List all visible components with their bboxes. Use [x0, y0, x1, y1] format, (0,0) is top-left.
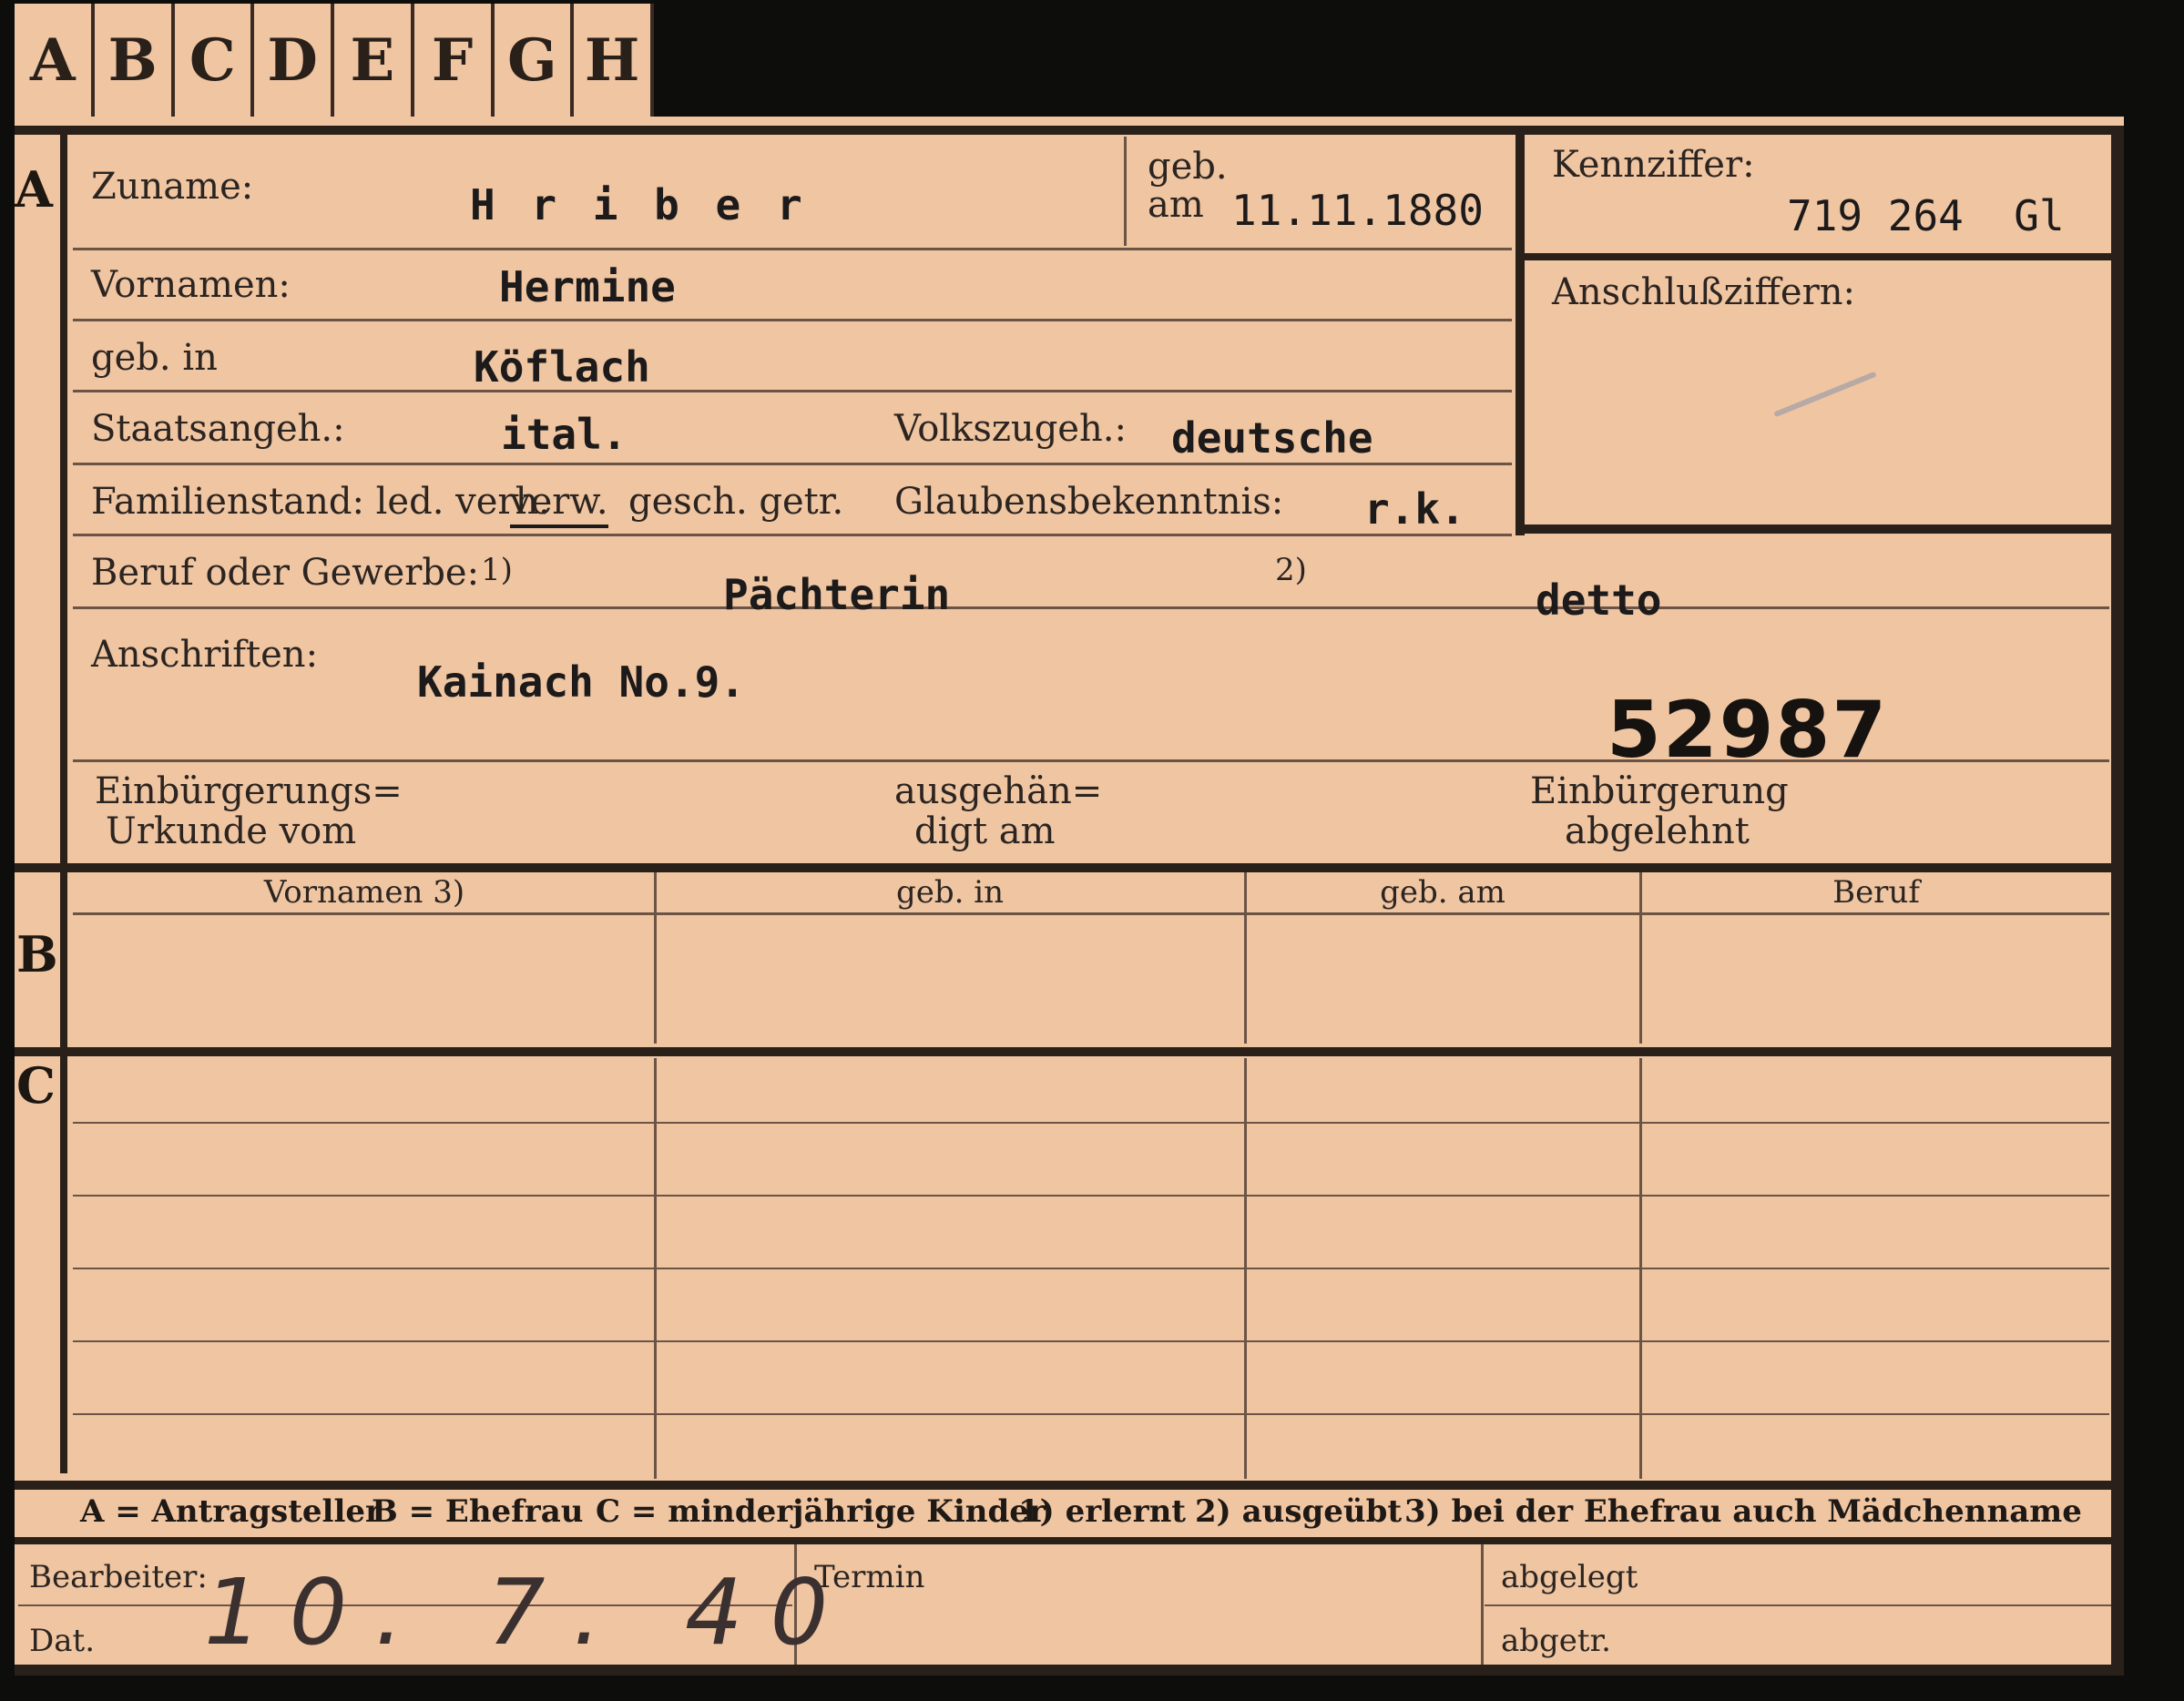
footer-col-rule [1481, 1544, 1484, 1665]
footnote-1: 1) [481, 552, 513, 588]
rule [73, 319, 1512, 321]
top-border [15, 126, 2124, 135]
col-header-geb-in: geb. in [895, 874, 1005, 911]
value-glaubensbekenntnis: r.k. [1364, 484, 1465, 534]
index-tabs: A B C D E F G H [15, 4, 654, 117]
value-anschrift: Kainach No.9. [417, 657, 746, 707]
kennziffer-box-left [1516, 135, 1525, 535]
tab-f: F [414, 4, 495, 117]
rule [73, 534, 1512, 536]
section-a-letter: A [15, 160, 53, 219]
label-vornamen: Vornamen: [91, 264, 291, 306]
tab-b: B [95, 4, 175, 117]
section-a-divider [60, 127, 67, 863]
label-geb-in: geb. in [91, 337, 218, 379]
value-vornamen: Hermine [499, 262, 676, 311]
label-abgetr: abgetr. [1501, 1623, 1611, 1659]
handwritten-date: 10. 7. 40 [204, 1559, 856, 1665]
section-b-top [15, 863, 2111, 872]
legend-footnote-3: 3) bei der Ehefrau auch Mädchenname [1404, 1493, 2082, 1530]
row-rule [73, 1195, 2109, 1197]
value-kennziffer: 719 264 Gl [1787, 191, 2065, 240]
label-familienstand-verw: verw. [510, 481, 608, 528]
tab-a: A [15, 4, 95, 117]
label-anschriften: Anschriften: [91, 634, 319, 676]
rule [73, 390, 1512, 392]
tab-g: G [495, 4, 575, 117]
col-header-beruf: Beruf [1832, 874, 1920, 911]
legend-b: B = Ehefrau [372, 1493, 584, 1530]
label-abgelehnt-1: Einbürgerung [1530, 770, 1789, 812]
value-geburtsort: Köflach [474, 342, 650, 392]
tab-e: E [334, 4, 414, 117]
row-rule [73, 1340, 2109, 1342]
label-ausgehaendigt-2: digt am [914, 810, 1056, 852]
label-familienstand: Familienstand: led. verh. [91, 481, 551, 523]
row-rule [73, 1122, 2109, 1124]
value-zuname: H r i b e r [470, 180, 808, 229]
legend-a: A = Antragsteller [80, 1493, 382, 1530]
value-geburtsdatum: 11.11.1880 [1231, 186, 1484, 235]
value-volkszugehoerigkeit: deutsche [1171, 413, 1373, 463]
col-header-vornamen: Vornamen 3) [263, 874, 465, 911]
label-staatsangeh: Staatsangeh.: [91, 408, 345, 450]
rule-v [1124, 137, 1127, 246]
rule [73, 463, 1512, 465]
row-rule [73, 1268, 2109, 1269]
kennziffer-box-bottom [1516, 525, 2111, 534]
table-header-rule [73, 912, 2109, 915]
tab-d: D [254, 4, 334, 117]
legend-top [15, 1481, 2111, 1490]
label-dat: Dat. [29, 1623, 96, 1659]
legend-c: C = minderjährige Kinder [596, 1493, 1046, 1530]
label-abgelehnt-2: abgelehnt [1565, 810, 1750, 852]
kennziffer-box-mid [1516, 253, 2111, 260]
label-einbuergerung-1: Einbürgerungs= [95, 770, 403, 812]
label-anschlussziffern: Anschlußziffern: [1552, 271, 1855, 313]
value-beruf-ausgeuebt: detto [1536, 575, 1662, 625]
label-zuname: Zuname: [91, 166, 254, 208]
label-familienstand-rest: gesch. getr. [628, 481, 844, 523]
rule [73, 606, 2109, 609]
label-beruf: Beruf oder Gewerbe: [91, 552, 480, 594]
legend-bottom [15, 1537, 2111, 1544]
legend-footnote-2: 2) ausgeübt [1195, 1493, 1403, 1530]
tab-h: H [574, 4, 654, 117]
bottom-border [15, 1665, 2124, 1676]
section-c-top [15, 1047, 2111, 1056]
label-einbuergerung-2: Urkunde vom [106, 810, 357, 852]
row-rule [73, 1413, 2109, 1415]
col-header-geb-am: geb. am [1380, 874, 1505, 911]
stamp-number: 52987 [1607, 685, 1889, 776]
footnote-2: 2) [1275, 552, 1307, 588]
label-abgelegt: abgelegt [1501, 1559, 1638, 1595]
label-am: am [1148, 184, 1204, 226]
section-c-letter: C [16, 1056, 56, 1115]
section-bc-divider [60, 872, 67, 1473]
label-ausgehaendigt-1: ausgehän= [894, 770, 1103, 812]
tab-c: C [175, 4, 255, 117]
legend-footnote-1: 1) erlernt [1018, 1493, 1187, 1530]
rule [73, 248, 1512, 250]
label-kennziffer: Kennziffer: [1552, 144, 1755, 186]
value-beruf-erlernt: Pächterin [723, 570, 951, 619]
label-geb: geb. [1148, 146, 1228, 188]
footer-rule [1485, 1604, 2111, 1606]
label-bearbeiter: Bearbeiter: [29, 1559, 208, 1595]
section-b-letter: B [16, 925, 58, 983]
right-border [2111, 135, 2124, 1665]
value-staatsangehoerigkeit: ital. [501, 410, 628, 459]
label-volkszugeh: Volkszugeh.: [894, 408, 1127, 450]
label-glaubensbekenntnis: Glaubensbekenntnis: [894, 481, 1284, 523]
